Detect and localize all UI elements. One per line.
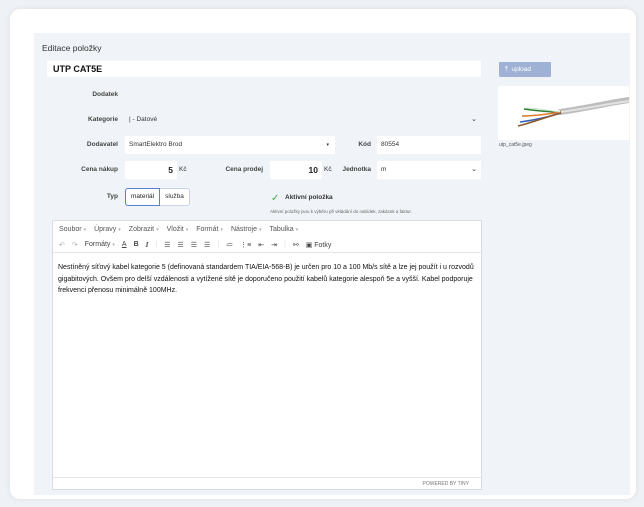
menu-upravy[interactable]: Úpravy ▾: [94, 226, 121, 237]
bold-button[interactable]: B: [134, 241, 139, 248]
menu-format[interactable]: Formát ▾: [196, 226, 223, 237]
caret-down-icon: ▾: [220, 227, 223, 233]
caret-down-icon: ▾: [112, 242, 115, 248]
menu-label: Úpravy: [94, 226, 117, 233]
menu-label: Nástroje: [230, 226, 258, 233]
dodavatel-select[interactable]: SmartElektro Brod ▾: [125, 136, 335, 154]
formats-label: Formáty: [84, 241, 111, 248]
menu-soubor[interactable]: Soubor ▾: [59, 226, 86, 237]
image-filename: utp_cat5e.jpeg: [499, 142, 532, 148]
photos-label: Fotky: [314, 241, 332, 249]
kategorie-select[interactable]: | - Datové ⌄: [125, 111, 481, 129]
check-icon[interactable]: ✓: [271, 193, 279, 204]
cena-prodej-field[interactable]: 10: [270, 161, 322, 179]
window: Editace položky UTP CAT5E Dodatek Katego…: [10, 9, 636, 499]
editor-statusbar: POWERED BY TINY: [53, 477, 481, 489]
caret-down-icon: ▾: [185, 227, 189, 233]
align-right-icon[interactable]: ☰: [191, 241, 197, 249]
align-center-icon[interactable]: ☰: [177, 241, 183, 249]
cena-prodej-label: Cena prodej: [225, 166, 263, 173]
toolbar-divider: |: [283, 241, 286, 248]
editor-content[interactable]: Nestíněný síťový kabel kategorie 5 (defi…: [53, 253, 481, 306]
toolbar-divider: |: [217, 241, 220, 248]
menu-label: Vložit: [166, 226, 184, 233]
edit-panel: Editace položky UTP CAT5E Dodatek Katego…: [34, 33, 632, 495]
dodavatel-value: SmartElektro Brod: [129, 141, 183, 148]
outdent-icon[interactable]: ⇤: [258, 241, 264, 249]
italic-button[interactable]: I: [146, 241, 149, 249]
cena-nakup-label: Cena nákup: [81, 166, 118, 173]
cable-image: [517, 97, 632, 127]
active-item-label[interactable]: Aktivní položka: [285, 194, 333, 201]
kategorie-value: | - Datové: [129, 116, 158, 123]
typ-label: Typ: [106, 193, 118, 200]
caret-down-icon: ▾: [295, 227, 299, 233]
upload-button[interactable]: ⤒ upload: [499, 62, 551, 77]
rich-text-editor: Soubor ▾ Úpravy ▾ Zobrazit ▾ Vložit ▾ Formát…: [52, 220, 482, 490]
typ-toggle: materiál služba: [125, 188, 190, 206]
chevron-down-icon: ⌄: [471, 166, 477, 173]
dodavatel-label: Dodavatel: [86, 141, 118, 148]
kod-label: Kód: [358, 141, 371, 148]
kod-field[interactable]: 80554: [377, 136, 481, 154]
menu-tabulka[interactable]: Tabulka ▾: [270, 226, 299, 237]
caret-down-icon: ▾: [156, 227, 159, 233]
menu-label: Tabulka: [269, 226, 294, 233]
jednotka-select[interactable]: m ⌄: [377, 161, 481, 179]
photos-button[interactable]: ▣ Fotky: [306, 241, 332, 249]
kategorie-label: Kategorie: [88, 116, 118, 123]
undo-icon[interactable]: ↶: [59, 241, 65, 249]
menu-nastroje[interactable]: Nástroje ▾: [231, 226, 262, 237]
caret-down-icon: ▾: [259, 227, 262, 233]
active-item-hint: Aktivní položky jsou k výběru při vkládá…: [270, 209, 412, 214]
align-justify-icon[interactable]: ☰: [204, 241, 210, 249]
cena-nakup-unit: Kč: [179, 166, 187, 173]
bullet-list-icon[interactable]: ≔: [226, 241, 233, 249]
toolbar-divider: |: [155, 241, 158, 248]
item-name-field[interactable]: UTP CAT5E: [47, 61, 481, 77]
menu-label: Formát: [196, 226, 219, 233]
align-left-icon[interactable]: ☰: [164, 241, 170, 249]
upload-icon: ⤒: [505, 66, 508, 73]
cena-prodej-unit: Kč: [324, 166, 332, 173]
menu-label: Soubor: [59, 226, 82, 233]
indent-icon[interactable]: ⇥: [271, 241, 277, 249]
menu-label: Zobrazit: [128, 226, 155, 233]
formats-dropdown[interactable]: Formáty ▾: [85, 241, 115, 248]
jednotka-label: Jednotka: [342, 166, 371, 173]
redo-icon[interactable]: ↷: [72, 241, 78, 249]
numbered-list-icon[interactable]: ⋮≡: [240, 241, 251, 249]
powered-by-label: POWERED BY TINY: [422, 481, 470, 487]
caret-down-icon: ▾: [118, 227, 121, 233]
page-title: Editace položky: [42, 43, 102, 53]
link-icon[interactable]: ⚯: [293, 241, 299, 249]
dodatek-label: Dodatek: [92, 91, 118, 98]
menu-zobrazit[interactable]: Zobrazit ▾: [129, 226, 159, 237]
typ-sluzba-button[interactable]: služba: [160, 188, 190, 206]
chevron-down-icon: ⌄: [471, 116, 477, 123]
upload-label: upload: [511, 66, 532, 73]
caret-down-icon: ▾: [83, 227, 87, 233]
text-color-button[interactable]: A: [122, 241, 127, 248]
typ-material-button[interactable]: materiál: [125, 188, 161, 206]
jednotka-value: m: [381, 166, 387, 173]
menu-vlozit[interactable]: Vložit ▾: [167, 226, 189, 237]
image-icon: ▣: [305, 241, 313, 249]
product-image[interactable]: [498, 86, 632, 140]
caret-down-icon: ▾: [326, 142, 329, 148]
editor-menubar: Soubor ▾ Úpravy ▾ Zobrazit ▾ Vložit ▾ Formát…: [53, 221, 481, 237]
editor-toolbar: ↶ ↷ Formáty ▾ A B I | ☰ ☰ ☰ ☰ | ≔ ⋮≡ ⇤ ⇥…: [53, 237, 481, 253]
cena-nakup-field[interactable]: 5: [125, 161, 177, 179]
